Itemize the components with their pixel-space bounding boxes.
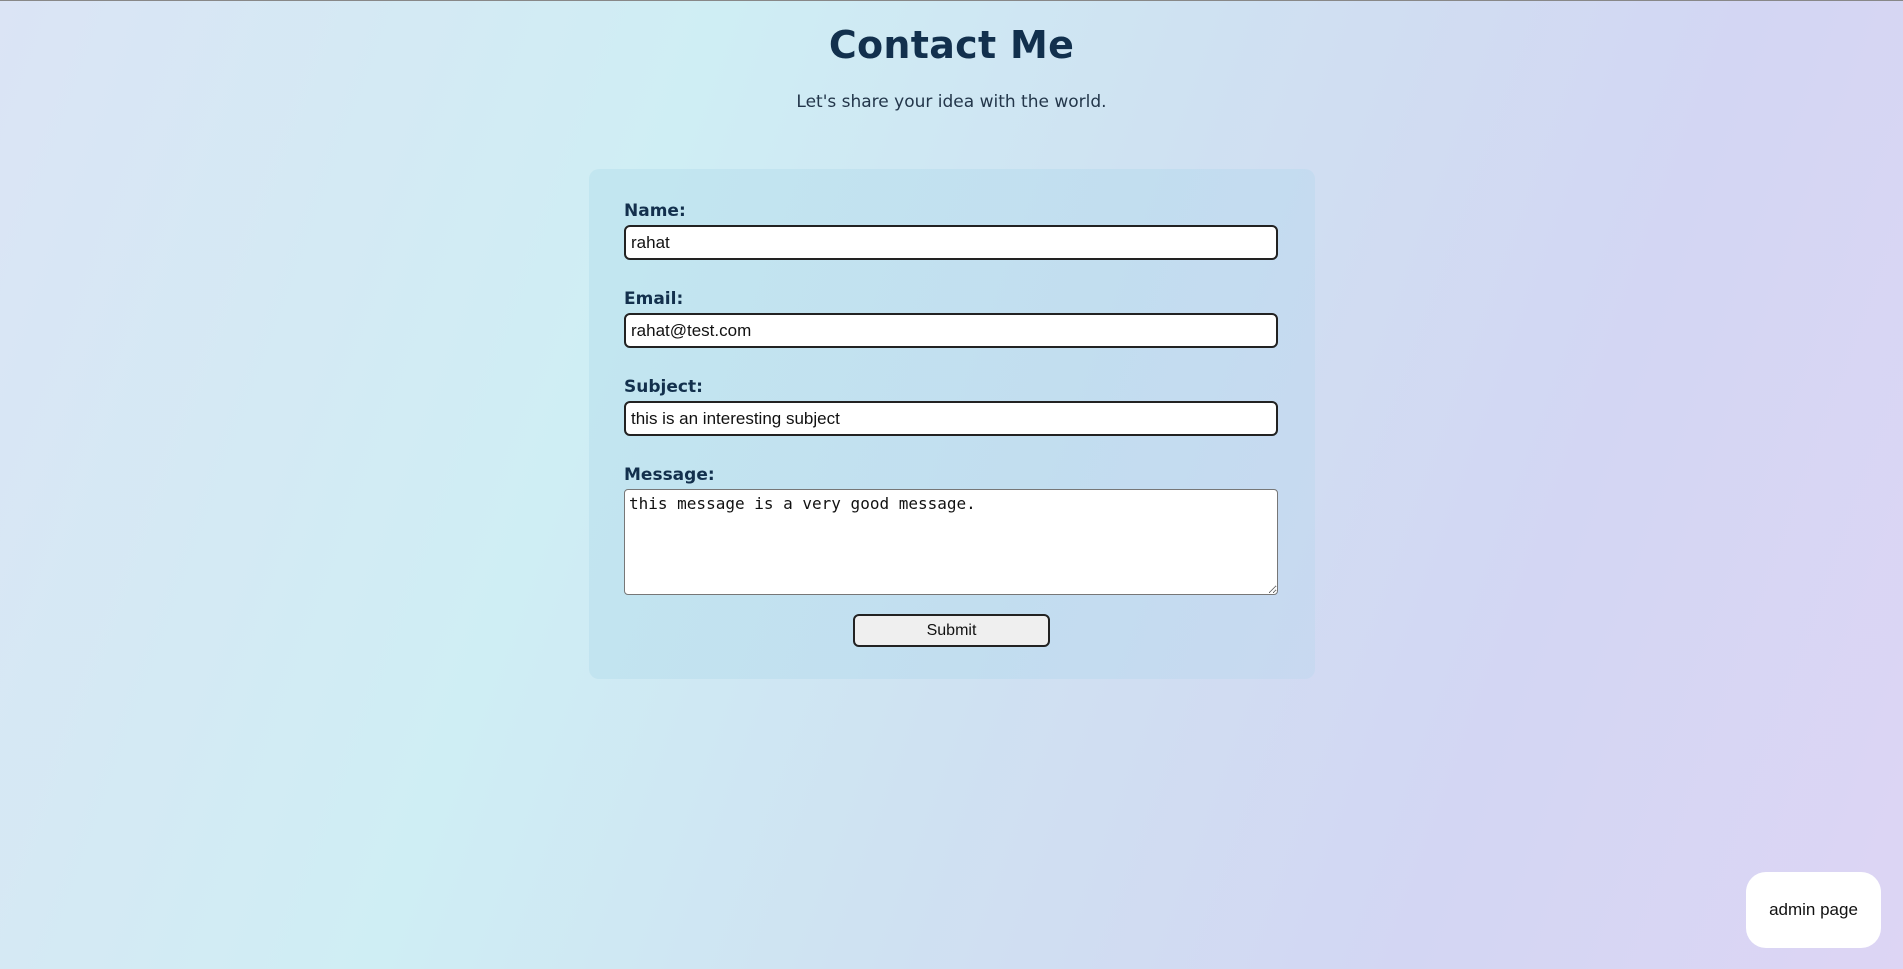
message-textarea[interactable]: this message is a very good message. [624,489,1278,595]
contact-form: Name: Email: Subject: Message: this mess… [589,169,1315,679]
email-input[interactable] [624,313,1278,348]
subject-input[interactable] [624,401,1278,436]
admin-page-button[interactable]: admin page [1746,872,1881,948]
name-label: Name: [624,201,686,221]
email-label: Email: [624,289,684,309]
name-input[interactable] [624,225,1278,260]
subject-label: Subject: [624,377,703,397]
page-title: Contact Me [828,23,1075,67]
page-subtitle: Let's share your idea with the world. [796,92,1107,112]
message-label: Message: [624,465,715,485]
submit-button[interactable]: Submit [853,614,1050,647]
